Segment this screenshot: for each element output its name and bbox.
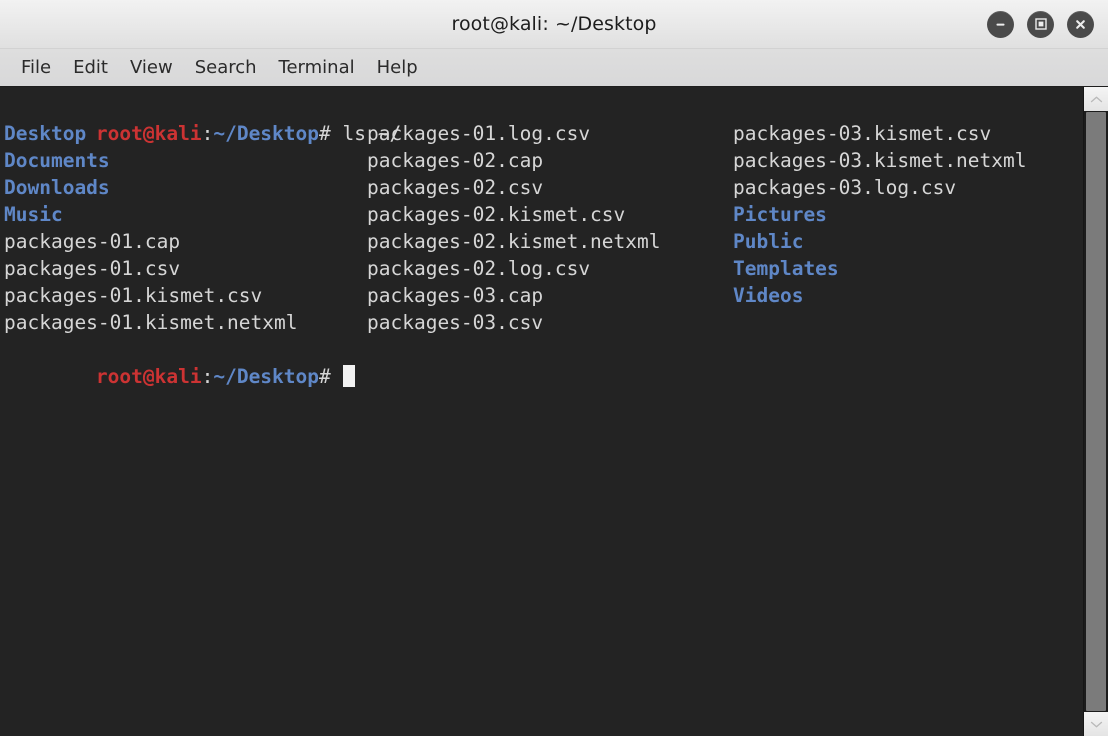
- listing-cell: packages-02.cap: [367, 149, 544, 172]
- listing-row: packages-01.csv packages-02.log.csv Temp…: [2, 255, 1083, 282]
- maximize-button[interactable]: [1027, 10, 1054, 38]
- window-title: root@kali: ~/Desktop: [451, 13, 657, 35]
- listing-row: packages-01.kismet.netxml packages-03.cs…: [2, 309, 1083, 336]
- scrollbar-track[interactable]: [1084, 111, 1108, 712]
- terminal-area: root@kali:~/Desktop# ls ~/ Desktop packa…: [0, 87, 1108, 736]
- listing-cell: packages-03.kismet.netxml: [733, 149, 1027, 172]
- window-controls: [987, 0, 1094, 48]
- listing-cell: packages-02.csv: [367, 176, 544, 199]
- listing-cell: Videos: [733, 284, 804, 307]
- menu-item-view[interactable]: View: [119, 55, 184, 80]
- listing-cell: packages-01.kismet.netxml: [4, 311, 298, 334]
- chevron-up-icon: [1090, 96, 1102, 102]
- listing-cell: Downloads: [4, 176, 110, 199]
- listing-cell: packages-02.kismet.csv: [367, 203, 626, 226]
- terminal-screen[interactable]: root@kali:~/Desktop# ls ~/ Desktop packa…: [0, 87, 1083, 736]
- listing-row: Desktop packages-01.log.csv packages-03.…: [2, 120, 1083, 147]
- listing-cell: Pictures: [733, 203, 827, 226]
- close-icon: [1076, 19, 1085, 29]
- listing-row: Documents packages-02.cap packages-03.ki…: [2, 147, 1083, 174]
- listing-cell: packages-03.csv: [367, 311, 544, 334]
- listing-cell: packages-01.kismet.csv: [4, 284, 263, 307]
- menu-bar: File Edit View Search Terminal Help: [0, 49, 1108, 87]
- menu-item-file[interactable]: File: [10, 55, 62, 80]
- listing-row: Downloads packages-02.csv packages-03.lo…: [2, 174, 1083, 201]
- listing-cell: Templates: [733, 257, 839, 280]
- text-cursor: [342, 365, 355, 387]
- prompt-path: ~/Desktop: [213, 365, 320, 388]
- chevron-down-icon: [1090, 721, 1102, 727]
- listing-cell: packages-02.kismet.netxml: [367, 230, 661, 253]
- menu-item-search[interactable]: Search: [184, 55, 268, 80]
- terminal-window: root@kali: ~/Desktop File Edit View Sear…: [0, 0, 1108, 736]
- listing-cell: Music: [4, 203, 63, 226]
- menu-item-edit[interactable]: Edit: [62, 55, 119, 80]
- prompt-separator: :: [201, 365, 214, 388]
- listing-cell: packages-01.csv: [4, 257, 181, 280]
- listing-row: packages-01.kismet.csv packages-03.cap V…: [2, 282, 1083, 309]
- terminal-command-line: root@kali:~/Desktop# ls ~/: [2, 93, 1083, 145]
- listing-cell: packages-01.cap: [4, 230, 181, 253]
- listing-cell: Desktop: [4, 122, 87, 145]
- minimize-icon: [996, 23, 1005, 26]
- menu-item-terminal[interactable]: Terminal: [268, 55, 366, 80]
- prompt-user-host: root@kali: [95, 365, 202, 388]
- listing-cell: Documents: [4, 149, 110, 172]
- prompt-sigil: #: [319, 365, 331, 388]
- scroll-down-button[interactable]: [1084, 712, 1108, 736]
- terminal-prompt-line: root@kali:~/Desktop#: [2, 336, 1083, 388]
- listing-cell: packages-03.kismet.csv: [733, 122, 992, 145]
- title-bar[interactable]: root@kali: ~/Desktop: [0, 0, 1108, 49]
- listing-cell: Public: [733, 230, 804, 253]
- listing-cell: packages-01.log.csv: [367, 122, 591, 145]
- listing-row: Music packages-02.kismet.csv Pictures: [2, 201, 1083, 228]
- maximize-icon: [1034, 18, 1047, 30]
- close-button[interactable]: [1067, 10, 1094, 38]
- scrollbar-thumb[interactable]: [1086, 112, 1106, 711]
- listing-cell: packages-02.log.csv: [367, 257, 591, 280]
- menu-item-help[interactable]: Help: [366, 55, 429, 80]
- minimize-button[interactable]: [987, 10, 1014, 38]
- vertical-scrollbar[interactable]: [1083, 87, 1108, 736]
- listing-cell: packages-03.log.csv: [733, 176, 957, 199]
- scroll-up-button[interactable]: [1084, 87, 1108, 111]
- listing-row: packages-01.cap packages-02.kismet.netxm…: [2, 228, 1083, 255]
- listing-cell: packages-03.cap: [367, 284, 544, 307]
